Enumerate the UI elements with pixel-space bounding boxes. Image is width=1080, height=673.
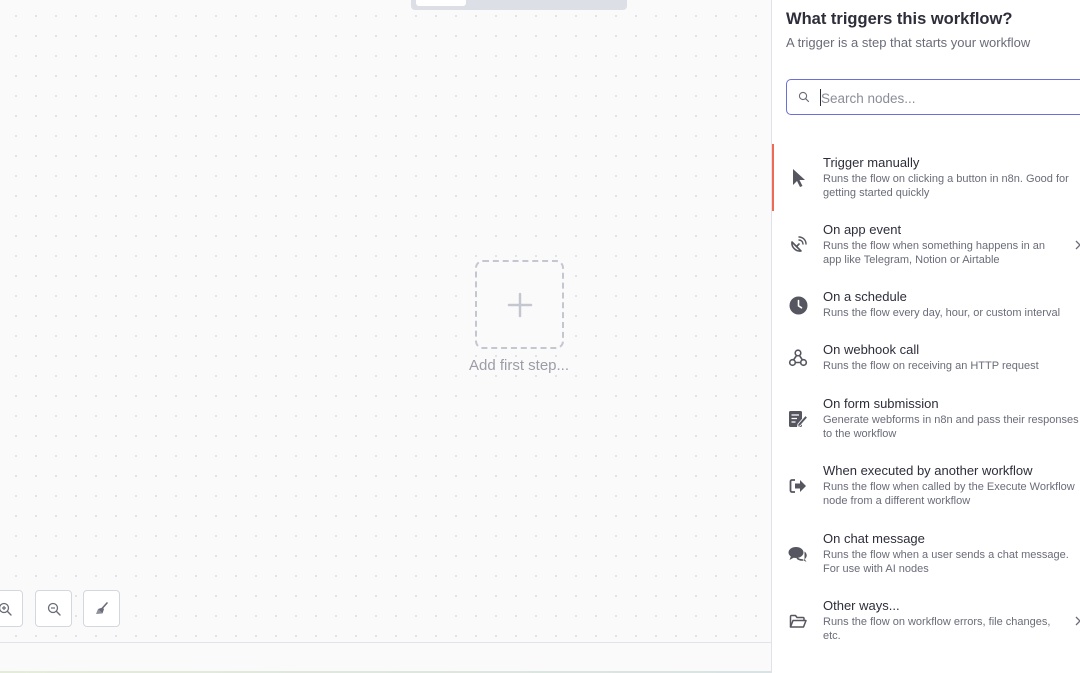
canvas-top-tabs — [411, 0, 627, 10]
node-item-on-a-schedule[interactable]: On a schedule Runs the flow every day, h… — [772, 289, 1080, 325]
node-item-name: Other ways... — [823, 598, 900, 613]
node-item-on-webhook-call[interactable]: On webhook call Runs the flow on receivi… — [772, 342, 1080, 378]
node-creator-panel: What triggers this workflow? A trigger i… — [771, 0, 1080, 673]
chat-icon — [788, 544, 808, 564]
zoom-out-icon — [47, 602, 61, 616]
sign-in-icon — [788, 476, 808, 496]
node-item-name: On webhook call — [823, 342, 920, 357]
panel-subtitle: A trigger is a step that starts your wor… — [786, 35, 1031, 50]
search-input[interactable] — [819, 87, 1079, 109]
node-item-on-app-event[interactable]: On app event Runs the flow when somethin… — [772, 222, 1080, 272]
form-icon — [788, 409, 808, 429]
node-item-description: Runs the flow when a user sends a chat m… — [823, 549, 1069, 575]
active-tab[interactable] — [416, 0, 466, 6]
node-item-description: Runs the flow when called by the Execute… — [823, 481, 1075, 507]
node-item-name: On chat message — [823, 531, 925, 546]
add-first-step-button[interactable] — [475, 260, 564, 349]
zoom-in-button[interactable] — [0, 590, 23, 627]
zoom-in-icon — [0, 602, 12, 616]
plus-icon — [507, 292, 532, 317]
node-item-name: On a schedule — [823, 289, 907, 304]
node-item-description: Runs the flow when something happens in … — [823, 240, 1045, 266]
node-item-description: Generate webforms in n8n and pass their … — [823, 414, 1079, 440]
zoom-out-button[interactable] — [35, 590, 72, 627]
search-icon — [798, 91, 810, 103]
panel-title: What triggers this workflow? — [786, 10, 1013, 28]
node-item-trigger-manually[interactable]: Trigger manually Runs the flow on clicki… — [772, 144, 1080, 211]
bottom-panel — [0, 642, 771, 673]
add-first-step-label[interactable]: Add first step... — [419, 357, 619, 374]
node-item-description: Runs the flow on clicking a button in n8… — [823, 173, 1069, 199]
node-item-name: Trigger manually — [823, 155, 920, 170]
chevron-right-icon — [1075, 616, 1080, 626]
text-cursor — [820, 89, 821, 106]
satellite-dish-icon — [788, 235, 808, 255]
broom-icon — [95, 601, 108, 614]
node-item-on-chat-message[interactable]: On chat message Runs the flow when a use… — [772, 531, 1080, 581]
webhook-icon — [788, 348, 808, 368]
workflow-canvas[interactable]: Add first step... — [0, 0, 771, 642]
node-item-name: On app event — [823, 222, 902, 237]
node-item-description: Runs the flow on workflow errors, file c… — [823, 616, 1051, 642]
node-item-other-ways[interactable]: Other ways... Runs the flow on workflow … — [772, 598, 1080, 648]
node-item-name: When executed by another workflow — [823, 463, 1033, 478]
node-item-on-form-submission[interactable]: On form submission Generate webforms in … — [772, 396, 1080, 446]
node-item-name: On form submission — [823, 396, 939, 411]
clock-icon — [788, 295, 808, 315]
tidy-up-button[interactable] — [83, 590, 120, 627]
folder-open-icon — [788, 611, 808, 631]
cursor-icon — [788, 168, 808, 188]
node-item-description: Runs the flow every day, hour, or custom… — [823, 307, 1061, 319]
node-item-description: Runs the flow on receiving an HTTP reque… — [823, 360, 1039, 372]
node-item-when-executed-by-another-workflow[interactable]: When executed by another workflow Runs t… — [772, 463, 1080, 513]
search-container[interactable] — [786, 79, 1080, 115]
chevron-right-icon — [1075, 240, 1080, 250]
